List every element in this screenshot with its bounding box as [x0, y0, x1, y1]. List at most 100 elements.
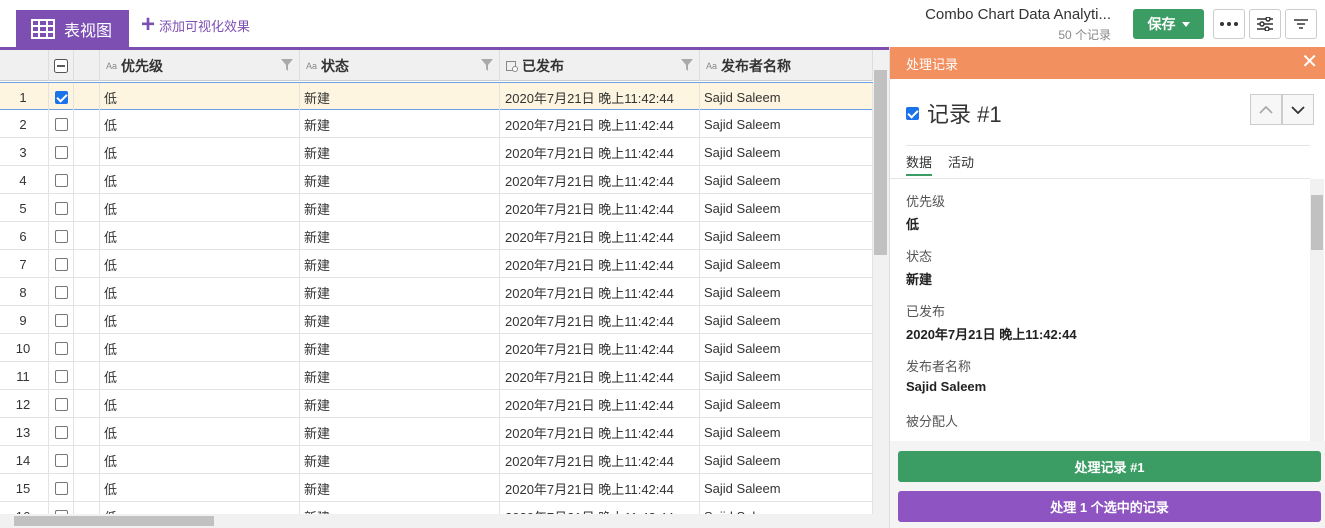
- row-select-cell[interactable]: [49, 362, 74, 390]
- row-checkbox[interactable]: [54, 173, 68, 187]
- cell-priority[interactable]: 低: [100, 250, 300, 278]
- close-icon[interactable]: ✕: [1301, 52, 1318, 72]
- cell-status[interactable]: 新建: [300, 222, 500, 250]
- row-checkbox[interactable]: [54, 145, 68, 159]
- row-checkbox[interactable]: [54, 201, 68, 215]
- row-checkbox[interactable]: [54, 453, 68, 467]
- row-select-cell[interactable]: [49, 166, 74, 194]
- cell-published[interactable]: 2020年7月21日 晚上11:42:44: [500, 222, 700, 250]
- table-row[interactable]: 6 低新建 2020年7月21日 晚上11:42:44 Sajid Saleem: [0, 222, 873, 250]
- cell-published[interactable]: 2020年7月21日 晚上11:42:44: [500, 474, 700, 502]
- cell-status[interactable]: 新建: [300, 390, 500, 418]
- cell-publisher[interactable]: Sajid Saleem: [700, 306, 873, 334]
- filter-funnel-icon[interactable]: [281, 59, 293, 71]
- table-row[interactable]: 13 低新建 2020年7月21日 晚上11:42:44 Sajid Saleem: [0, 418, 873, 446]
- cell-publisher[interactable]: Sajid Saleem: [700, 390, 873, 418]
- cell-status[interactable]: 新建: [300, 334, 500, 362]
- row-select-cell[interactable]: [49, 138, 74, 166]
- filter-funnel-icon[interactable]: [681, 59, 693, 71]
- row-select-cell[interactable]: [49, 418, 74, 446]
- cell-status[interactable]: 新建: [300, 474, 500, 502]
- cell-publisher[interactable]: Sajid Saleem: [700, 222, 873, 250]
- save-button[interactable]: 保存: [1133, 9, 1204, 39]
- row-checkbox[interactable]: [54, 229, 68, 243]
- cell-published[interactable]: 2020年7月21日 晚上11:42:44: [500, 446, 700, 474]
- panel-scroll-thumb[interactable]: [1311, 195, 1323, 250]
- cell-publisher[interactable]: Sajid Saleem: [700, 474, 873, 502]
- table-row[interactable]: 5 低新建 2020年7月21日 晚上11:42:44 Sajid Saleem: [0, 194, 873, 222]
- cell-published[interactable]: 2020年7月21日 晚上11:42:44: [500, 250, 700, 278]
- row-checkbox[interactable]: [54, 285, 68, 299]
- cell-published[interactable]: 2020年7月21日 晚上11:42:44: [500, 278, 700, 306]
- column-header-priority[interactable]: Aa 优先级: [100, 50, 300, 81]
- table-row[interactable]: 10 低新建 2020年7月21日 晚上11:42:44 Sajid Saleem: [0, 334, 873, 362]
- table-row[interactable]: 11 低新建 2020年7月21日 晚上11:42:44 Sajid Saleem: [0, 362, 873, 390]
- cell-publisher[interactable]: Sajid Saleem: [700, 166, 873, 194]
- row-checkbox[interactable]: [54, 313, 68, 327]
- cell-status[interactable]: 新建: [300, 306, 500, 334]
- grid-vertical-scroll-thumb[interactable]: [874, 70, 887, 255]
- cell-priority[interactable]: 低: [100, 194, 300, 222]
- table-row[interactable]: 9 低新建 2020年7月21日 晚上11:42:44 Sajid Saleem: [0, 306, 873, 334]
- cell-status[interactable]: 新建: [300, 250, 500, 278]
- cell-status[interactable]: 新建: [300, 194, 500, 222]
- table-row[interactable]: 14 低新建 2020年7月21日 晚上11:42:44 Sajid Saleem: [0, 446, 873, 474]
- cell-published[interactable]: 2020年7月21日 晚上11:42:44: [500, 334, 700, 362]
- table-view-tab[interactable]: 表视图: [16, 10, 129, 48]
- filter-button[interactable]: [1285, 9, 1317, 39]
- cell-status[interactable]: 新建: [300, 83, 500, 111]
- cell-status[interactable]: 新建: [300, 166, 500, 194]
- cell-publisher[interactable]: Sajid Saleem: [700, 250, 873, 278]
- column-header-status[interactable]: Aa 状态: [300, 50, 500, 81]
- cell-priority[interactable]: 低: [100, 390, 300, 418]
- cell-status[interactable]: 新建: [300, 110, 500, 138]
- cell-priority[interactable]: 低: [100, 446, 300, 474]
- cell-published[interactable]: 2020年7月21日 晚上11:42:44: [500, 110, 700, 138]
- cell-published[interactable]: 2020年7月21日 晚上11:42:44: [500, 390, 700, 418]
- cell-priority[interactable]: 低: [100, 474, 300, 502]
- cell-priority[interactable]: 低: [100, 83, 300, 111]
- cell-priority[interactable]: 低: [100, 418, 300, 446]
- grid-horizontal-scroll-thumb[interactable]: [14, 516, 214, 526]
- row-checkbox[interactable]: [54, 425, 68, 439]
- cell-published[interactable]: 2020年7月21日 晚上11:42:44: [500, 194, 700, 222]
- cell-published[interactable]: 2020年7月21日 晚上11:42:44: [500, 362, 700, 390]
- row-checkbox[interactable]: [54, 257, 68, 271]
- column-header-publisher[interactable]: Aa 发布者名称: [700, 50, 873, 81]
- table-row[interactable]: 7 低新建 2020年7月21日 晚上11:42:44 Sajid Saleem: [0, 250, 873, 278]
- row-checkbox[interactable]: [54, 369, 68, 383]
- cell-priority[interactable]: 低: [100, 166, 300, 194]
- cell-priority[interactable]: 低: [100, 222, 300, 250]
- table-row[interactable]: 12 低新建 2020年7月21日 晚上11:42:44 Sajid Saleem: [0, 390, 873, 418]
- row-checkbox[interactable]: [54, 341, 68, 355]
- cell-published[interactable]: 2020年7月21日 晚上11:42:44: [500, 138, 700, 166]
- row-select-cell[interactable]: [49, 222, 74, 250]
- record-checkbox[interactable]: [906, 106, 919, 120]
- process-selected-button[interactable]: 处理 1 个选中的记录: [898, 491, 1321, 522]
- cell-publisher[interactable]: Sajid Saleem: [700, 138, 873, 166]
- cell-published[interactable]: 2020年7月21日 晚上11:42:44: [500, 418, 700, 446]
- cell-status[interactable]: 新建: [300, 278, 500, 306]
- row-select-cell[interactable]: [49, 250, 74, 278]
- row-checkbox[interactable]: [54, 481, 68, 495]
- add-visualization-button[interactable]: + 添加可视化效果: [141, 13, 250, 37]
- table-row[interactable]: 4 低新建 2020年7月21日 晚上11:42:44 Sajid Saleem: [0, 166, 873, 194]
- row-select-cell[interactable]: [49, 334, 74, 362]
- next-record-button[interactable]: [1282, 94, 1314, 125]
- cell-priority[interactable]: 低: [100, 306, 300, 334]
- cell-priority[interactable]: 低: [100, 110, 300, 138]
- row-select-cell[interactable]: [49, 110, 74, 138]
- cell-publisher[interactable]: Sajid Saleem: [700, 278, 873, 306]
- cell-priority[interactable]: 低: [100, 278, 300, 306]
- cell-priority[interactable]: 低: [100, 362, 300, 390]
- table-row[interactable]: 8 低新建 2020年7月21日 晚上11:42:44 Sajid Saleem: [0, 278, 873, 306]
- row-checkbox[interactable]: [54, 397, 68, 411]
- row-checkbox[interactable]: [54, 117, 68, 131]
- row-select-cell[interactable]: [49, 446, 74, 474]
- cell-priority[interactable]: 低: [100, 334, 300, 362]
- cell-publisher[interactable]: Sajid Saleem: [700, 110, 873, 138]
- cell-publisher[interactable]: Sajid Saleem: [700, 362, 873, 390]
- table-row[interactable]: 1 低新建 2020年7月21日 晚上11:42:44 Sajid Saleem: [0, 82, 873, 111]
- cell-status[interactable]: 新建: [300, 446, 500, 474]
- table-row[interactable]: 3 低新建 2020年7月21日 晚上11:42:44 Sajid Saleem: [0, 138, 873, 166]
